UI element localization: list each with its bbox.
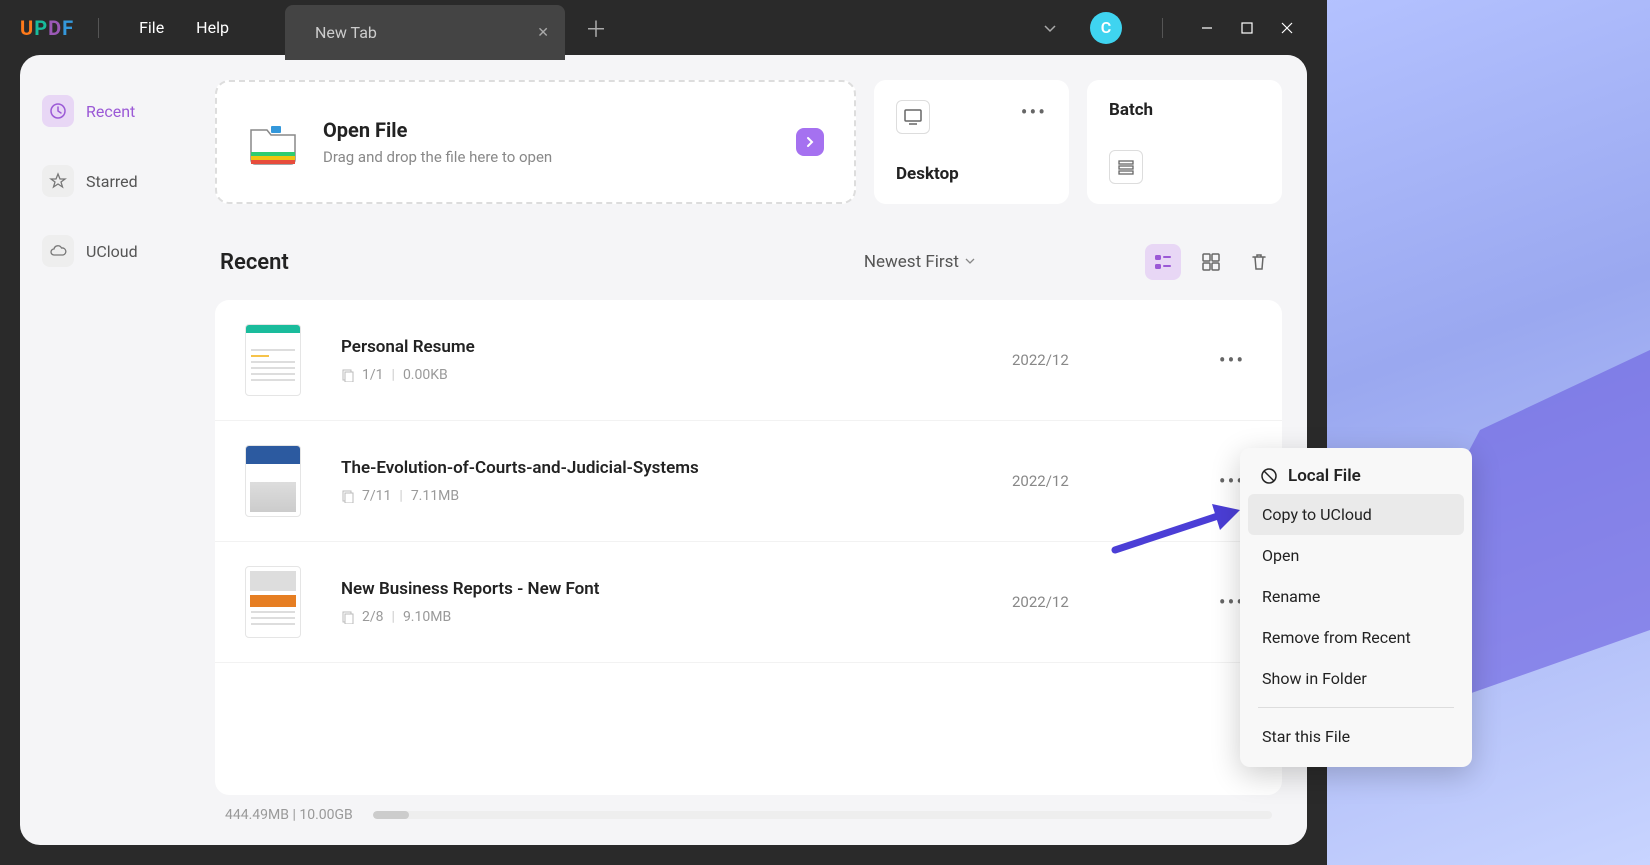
divider [98, 18, 99, 38]
context-remove[interactable]: Remove from Recent [1248, 617, 1464, 658]
main: Open File Drag and drop the file here to… [190, 55, 1307, 845]
file-pages: 7/11 [362, 488, 391, 504]
context-header: Local File [1248, 458, 1464, 494]
grid-view-button[interactable] [1193, 244, 1229, 280]
cloud-icon [42, 235, 74, 267]
storage-track [373, 811, 1272, 819]
sidebar-item-starred[interactable]: Starred [30, 155, 180, 207]
list-view-button[interactable] [1145, 244, 1181, 280]
titlebar: UPDF File Help New Tab ✕ ＋ C [0, 0, 1327, 55]
separator [1258, 707, 1454, 708]
storage-text: 444.49MB | 10.00GB [225, 807, 353, 823]
divider [1162, 18, 1163, 38]
file-date: 2022/12 [1012, 472, 1212, 490]
file-size: 9.10MB [403, 609, 451, 625]
file-name: The-Evolution-of-Courts-and-Judicial-Sys… [341, 458, 1012, 478]
open-file-title: Open File [323, 118, 772, 142]
file-row[interactable]: New Business Reports - New Font 2/8 | 9.… [215, 542, 1282, 663]
pages-icon [341, 490, 354, 503]
close-icon[interactable]: ✕ [537, 25, 549, 41]
annotation-arrow [1110, 500, 1250, 560]
context-rename[interactable]: Rename [1248, 576, 1464, 617]
card-title: Batch [1109, 100, 1260, 120]
chevron-down-icon[interactable] [1042, 20, 1058, 36]
tab-newtab[interactable]: New Tab ✕ [285, 5, 565, 60]
menu-file[interactable]: File [123, 12, 180, 43]
more-icon[interactable]: ••• [1021, 100, 1047, 124]
add-tab-button[interactable]: ＋ [585, 12, 607, 44]
sidebar-item-label: Starred [86, 172, 138, 191]
file-row[interactable]: Personal Resume 1/1 | 0.00KB 2022/12 ••• [215, 300, 1282, 421]
context-show-folder[interactable]: Show in Folder [1248, 658, 1464, 699]
desktop-card[interactable]: ••• Desktop [874, 80, 1069, 204]
sort-dropdown[interactable]: Newest First [864, 252, 975, 272]
content-area: Recent Starred UCloud [20, 55, 1307, 845]
file-size: 7.11MB [411, 488, 459, 504]
context-copy-to-ucloud[interactable]: Copy to UCloud [1248, 494, 1464, 535]
batch-card[interactable]: Batch [1087, 80, 1282, 204]
app-logo: UPDF [20, 16, 74, 40]
sidebar-item-ucloud[interactable]: UCloud [30, 225, 180, 277]
sidebar: Recent Starred UCloud [20, 55, 190, 845]
file-pages: 1/1 [362, 367, 384, 383]
file-size: 0.00KB [403, 367, 448, 383]
more-icon[interactable]: ••• [1212, 348, 1252, 372]
close-button[interactable] [1267, 13, 1307, 43]
top-cards: Open File Drag and drop the file here to… [215, 80, 1282, 204]
chevron-right-icon[interactable] [796, 128, 824, 156]
clock-icon [42, 95, 74, 127]
sort-label: Newest First [864, 252, 959, 272]
file-name: New Business Reports - New Font [341, 579, 1012, 599]
menu-help[interactable]: Help [180, 12, 245, 43]
app-window: UPDF File Help New Tab ✕ ＋ C [0, 0, 1327, 865]
section-header: Recent Newest First [215, 244, 1282, 280]
minimize-button[interactable] [1187, 13, 1227, 43]
file-thumbnail [245, 445, 301, 517]
avatar[interactable]: C [1090, 12, 1122, 44]
open-file-card[interactable]: Open File Drag and drop the file here to… [215, 80, 856, 204]
context-open[interactable]: Open [1248, 535, 1464, 576]
sidebar-item-label: UCloud [86, 242, 138, 261]
pages-icon [341, 611, 354, 624]
sidebar-item-recent[interactable]: Recent [30, 85, 180, 137]
storage-fill [373, 811, 409, 819]
file-date: 2022/12 [1012, 593, 1212, 611]
stack-icon [1109, 150, 1143, 184]
trash-button[interactable] [1241, 244, 1277, 280]
file-pages: 2/8 [362, 609, 384, 625]
monitor-icon [896, 100, 930, 134]
section-title: Recent [220, 250, 289, 275]
file-thumbnail [245, 324, 301, 396]
star-icon [42, 165, 74, 197]
file-date: 2022/12 [1012, 351, 1212, 369]
open-file-subtitle: Drag and drop the file here to open [323, 148, 772, 166]
file-name: Personal Resume [341, 337, 1012, 357]
storage-bar: 444.49MB | 10.00GB [215, 795, 1282, 835]
local-file-icon [1260, 467, 1278, 485]
chevron-down-icon [965, 258, 975, 266]
context-menu: Local File Copy to UCloud Open Rename Re… [1240, 448, 1472, 767]
pages-icon [341, 369, 354, 382]
context-star[interactable]: Star this File [1248, 716, 1464, 757]
maximize-button[interactable] [1227, 13, 1267, 43]
card-title: Desktop [896, 164, 1047, 184]
folder-icon [247, 118, 299, 166]
sidebar-item-label: Recent [86, 102, 135, 121]
file-thumbnail [245, 566, 301, 638]
tab-title: New Tab [315, 23, 377, 42]
